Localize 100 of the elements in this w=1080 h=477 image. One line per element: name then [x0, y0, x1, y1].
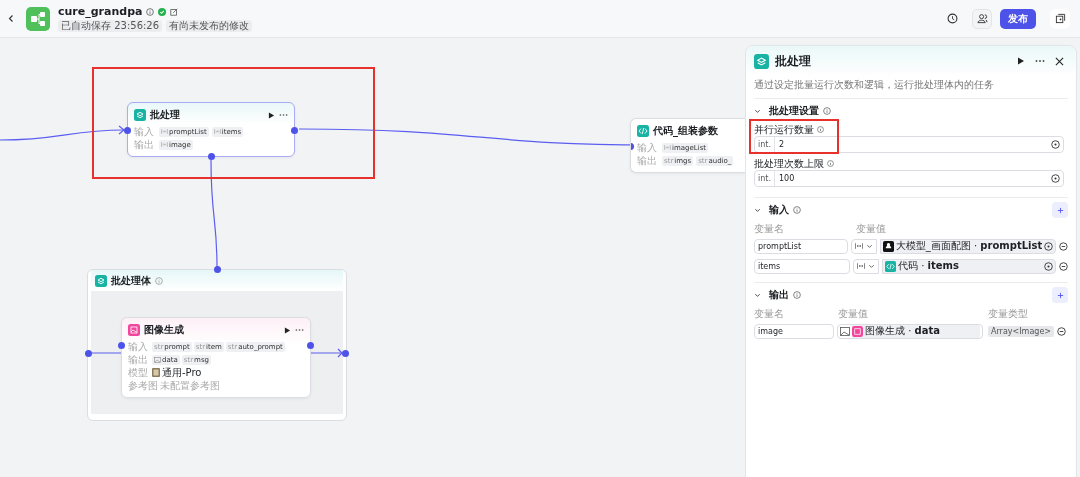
- output-port[interactable]: [307, 342, 314, 349]
- model-icon: [152, 368, 160, 377]
- close-icon[interactable]: [1055, 56, 1064, 66]
- run-icon[interactable]: [284, 326, 291, 334]
- array-icon: [161, 129, 168, 134]
- row-label: 输入: [134, 124, 155, 139]
- info-icon[interactable]: [823, 107, 831, 115]
- info-icon[interactable]: [793, 206, 801, 214]
- input-port[interactable]: [124, 127, 131, 134]
- run-icon[interactable]: [1017, 57, 1025, 65]
- plus-icon: [1056, 206, 1064, 214]
- chevron-icon[interactable]: [754, 291, 761, 299]
- image-type-icon: [840, 326, 850, 336]
- output-port[interactable]: [291, 127, 298, 134]
- info-icon[interactable]: [793, 291, 801, 299]
- variable-reference-field[interactable]: 大模型_画面配图 · promptList: [879, 238, 1057, 254]
- reference-value: 图像生成 · data: [865, 324, 941, 338]
- section-title: 输出: [769, 288, 789, 302]
- workflow-title: cure_grandpa: [58, 5, 143, 18]
- info-icon[interactable]: [827, 160, 834, 167]
- add-button[interactable]: [1052, 202, 1068, 218]
- more-icon[interactable]: [279, 113, 288, 117]
- type-label: int.: [755, 171, 775, 186]
- panel-title: 批处理: [775, 52, 811, 70]
- row-label: 参考图: [128, 378, 158, 393]
- output-port[interactable]: [342, 350, 349, 357]
- publish-button[interactable]: 发布: [1000, 8, 1036, 29]
- output-port[interactable]: [208, 153, 215, 160]
- node-title: 批处理: [150, 108, 180, 122]
- image-type-icon: [154, 356, 161, 363]
- image-icon: [128, 324, 140, 336]
- type-label: int.: [755, 137, 775, 152]
- section-title: 批处理设置: [769, 104, 819, 118]
- variable-reference-field[interactable]: 代码 · items: [882, 258, 1056, 274]
- copy-button[interactable]: [1050, 8, 1070, 29]
- column-header: 变量值: [856, 222, 886, 236]
- plus-icon: [1056, 291, 1064, 299]
- column-header: 变量名: [754, 307, 785, 321]
- add-button[interactable]: [1052, 287, 1068, 303]
- model-logo-icon: [882, 240, 894, 252]
- batch-node-icon: [134, 109, 146, 121]
- batch-body-icon: [95, 274, 107, 287]
- workflow-logo-icon: [26, 6, 50, 31]
- row-label: 输入: [128, 339, 149, 354]
- info-icon[interactable]: [817, 126, 824, 133]
- back-icon[interactable]: [8, 14, 14, 23]
- collaborators-button[interactable]: [972, 8, 992, 29]
- column-header: 变量名: [754, 222, 785, 236]
- row-label: 输出: [637, 153, 658, 168]
- history-icon[interactable]: [947, 13, 958, 24]
- input-value: 100: [778, 174, 796, 183]
- check-icon: [158, 7, 167, 16]
- input-port[interactable]: [118, 342, 125, 349]
- remove-icon[interactable]: [1057, 326, 1066, 336]
- type-select[interactable]: [850, 238, 877, 254]
- array-icon: [854, 243, 863, 249]
- reference-value: 大模型_画面配图 · promptList: [895, 239, 1043, 253]
- array-icon: [857, 263, 865, 269]
- field-label: 并行运行数量: [754, 122, 814, 137]
- variable-reference-field[interactable]: 图像生成 · data: [837, 323, 983, 339]
- array-icon: [161, 142, 168, 147]
- chevron-icon[interactable]: [754, 107, 761, 115]
- run-icon[interactable]: [268, 111, 275, 119]
- variable-name-field[interactable]: items: [754, 258, 850, 274]
- input-port[interactable]: [214, 266, 221, 273]
- field-label: 批处理次数上限: [754, 156, 824, 171]
- info-icon[interactable]: [146, 7, 155, 16]
- reference-icon[interactable]: [1051, 174, 1060, 183]
- section-title: 输入: [769, 203, 789, 217]
- model-name: 通用-Pro: [162, 365, 202, 380]
- number-input[interactable]: int. 2: [754, 136, 1064, 153]
- image-icon: [852, 325, 863, 337]
- reference-value: 代码 · items: [898, 259, 960, 273]
- reference-value: 未配置参考图: [160, 378, 220, 393]
- column-header: 变量值: [838, 307, 869, 321]
- caret-icon: [868, 262, 875, 270]
- input-port[interactable]: [85, 350, 92, 357]
- column-header: 变量类型: [988, 307, 1028, 321]
- code-icon: [637, 125, 649, 137]
- edit-icon[interactable]: [170, 7, 179, 16]
- more-icon[interactable]: [1035, 59, 1045, 63]
- caret-icon: [865, 242, 873, 250]
- type-select[interactable]: [853, 258, 879, 274]
- variable-name-field[interactable]: image: [754, 323, 834, 339]
- type-badge: Array<Image>: [988, 325, 1054, 337]
- input-value: 2: [778, 140, 786, 149]
- array-icon: [664, 145, 671, 150]
- container-title: 批处理体: [111, 273, 151, 288]
- reference-icon[interactable]: [1051, 140, 1060, 149]
- remove-icon[interactable]: [1059, 241, 1068, 251]
- node-title: 图像生成: [144, 323, 184, 337]
- row-label: 输出: [128, 352, 149, 367]
- number-input[interactable]: int. 100: [754, 170, 1064, 187]
- batch-node-icon: [754, 53, 769, 69]
- row-label: 输出: [134, 137, 155, 152]
- remove-icon[interactable]: [1059, 261, 1068, 271]
- chevron-icon[interactable]: [754, 206, 761, 214]
- copy-icon: [1054, 13, 1066, 24]
- more-icon[interactable]: [295, 328, 304, 332]
- variable-name-field[interactable]: promptList: [754, 238, 848, 254]
